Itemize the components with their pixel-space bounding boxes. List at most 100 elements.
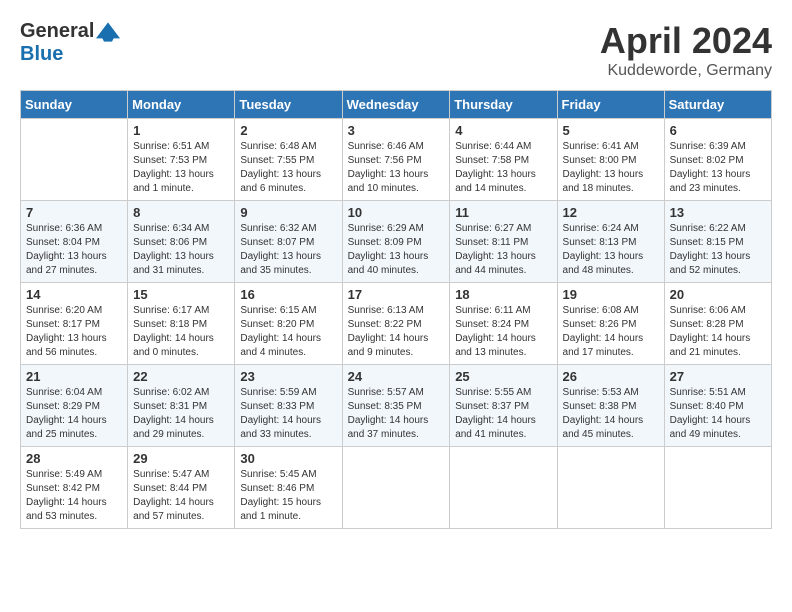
calendar-cell: 9 Sunrise: 6:32 AMSunset: 8:07 PMDayligh… xyxy=(235,201,342,283)
calendar-cell: 20 Sunrise: 6:06 AMSunset: 8:28 PMDaylig… xyxy=(664,283,771,365)
day-number: 3 xyxy=(348,123,445,138)
calendar-cell: 22 Sunrise: 6:02 AMSunset: 8:31 PMDaylig… xyxy=(128,365,235,447)
day-number: 10 xyxy=(348,205,445,220)
day-info: Sunrise: 6:02 AMSunset: 8:31 PMDaylight:… xyxy=(133,386,229,442)
day-number: 29 xyxy=(133,451,229,466)
day-info: Sunrise: 5:55 AMSunset: 8:37 PMDaylight:… xyxy=(455,386,551,442)
calendar-cell: 13 Sunrise: 6:22 AMSunset: 8:15 PMDaylig… xyxy=(664,201,771,283)
day-number: 4 xyxy=(455,123,551,138)
header-wednesday: Wednesday xyxy=(342,91,450,119)
calendar-cell: 4 Sunrise: 6:44 AMSunset: 7:58 PMDayligh… xyxy=(450,119,557,201)
day-number: 11 xyxy=(455,205,551,220)
day-number: 26 xyxy=(563,369,659,384)
calendar-cell: 26 Sunrise: 5:53 AMSunset: 8:38 PMDaylig… xyxy=(557,365,664,447)
day-info: Sunrise: 6:13 AMSunset: 8:22 PMDaylight:… xyxy=(348,304,445,360)
calendar-table: SundayMondayTuesdayWednesdayThursdayFrid… xyxy=(20,90,772,529)
calendar-cell: 27 Sunrise: 5:51 AMSunset: 8:40 PMDaylig… xyxy=(664,365,771,447)
calendar-cell: 3 Sunrise: 6:46 AMSunset: 7:56 PMDayligh… xyxy=(342,119,450,201)
calendar-cell: 15 Sunrise: 6:17 AMSunset: 8:18 PMDaylig… xyxy=(128,283,235,365)
week-row-1: 7 Sunrise: 6:36 AMSunset: 8:04 PMDayligh… xyxy=(21,201,772,283)
calendar-cell: 11 Sunrise: 6:27 AMSunset: 8:11 PMDaylig… xyxy=(450,201,557,283)
day-info: Sunrise: 6:22 AMSunset: 8:15 PMDaylight:… xyxy=(670,222,766,278)
day-info: Sunrise: 5:49 AMSunset: 8:42 PMDaylight:… xyxy=(26,468,122,524)
calendar-cell: 18 Sunrise: 6:11 AMSunset: 8:24 PMDaylig… xyxy=(450,283,557,365)
page-header: General Blue April 2024 Kuddeworde, Germ… xyxy=(20,20,772,80)
logo-icon xyxy=(96,22,120,42)
day-number: 24 xyxy=(348,369,445,384)
calendar-cell: 12 Sunrise: 6:24 AMSunset: 8:13 PMDaylig… xyxy=(557,201,664,283)
calendar-cell: 19 Sunrise: 6:08 AMSunset: 8:26 PMDaylig… xyxy=(557,283,664,365)
logo-general-text: General xyxy=(20,20,94,43)
day-number: 20 xyxy=(670,287,766,302)
day-info: Sunrise: 6:51 AMSunset: 7:53 PMDaylight:… xyxy=(133,140,229,196)
day-info: Sunrise: 6:46 AMSunset: 7:56 PMDaylight:… xyxy=(348,140,445,196)
location-subtitle: Kuddeworde, Germany xyxy=(600,62,772,80)
day-number: 21 xyxy=(26,369,122,384)
day-info: Sunrise: 6:39 AMSunset: 8:02 PMDaylight:… xyxy=(670,140,766,196)
header-thursday: Thursday xyxy=(450,91,557,119)
calendar-cell xyxy=(664,447,771,529)
calendar-cell: 28 Sunrise: 5:49 AMSunset: 8:42 PMDaylig… xyxy=(21,447,128,529)
day-info: Sunrise: 6:06 AMSunset: 8:28 PMDaylight:… xyxy=(670,304,766,360)
day-info: Sunrise: 6:17 AMSunset: 8:18 PMDaylight:… xyxy=(133,304,229,360)
day-info: Sunrise: 5:47 AMSunset: 8:44 PMDaylight:… xyxy=(133,468,229,524)
day-info: Sunrise: 6:11 AMSunset: 8:24 PMDaylight:… xyxy=(455,304,551,360)
day-info: Sunrise: 5:51 AMSunset: 8:40 PMDaylight:… xyxy=(670,386,766,442)
week-row-3: 21 Sunrise: 6:04 AMSunset: 8:29 PMDaylig… xyxy=(21,365,772,447)
calendar-cell: 25 Sunrise: 5:55 AMSunset: 8:37 PMDaylig… xyxy=(450,365,557,447)
day-info: Sunrise: 6:29 AMSunset: 8:09 PMDaylight:… xyxy=(348,222,445,278)
day-info: Sunrise: 6:44 AMSunset: 7:58 PMDaylight:… xyxy=(455,140,551,196)
calendar-cell: 10 Sunrise: 6:29 AMSunset: 8:09 PMDaylig… xyxy=(342,201,450,283)
calendar-cell: 7 Sunrise: 6:36 AMSunset: 8:04 PMDayligh… xyxy=(21,201,128,283)
calendar-cell: 23 Sunrise: 5:59 AMSunset: 8:33 PMDaylig… xyxy=(235,365,342,447)
day-info: Sunrise: 6:48 AMSunset: 7:55 PMDaylight:… xyxy=(240,140,336,196)
week-row-4: 28 Sunrise: 5:49 AMSunset: 8:42 PMDaylig… xyxy=(21,447,772,529)
header-friday: Friday xyxy=(557,91,664,119)
calendar-cell: 21 Sunrise: 6:04 AMSunset: 8:29 PMDaylig… xyxy=(21,365,128,447)
day-number: 7 xyxy=(26,205,122,220)
day-info: Sunrise: 6:27 AMSunset: 8:11 PMDaylight:… xyxy=(455,222,551,278)
day-info: Sunrise: 6:34 AMSunset: 8:06 PMDaylight:… xyxy=(133,222,229,278)
calendar-cell: 30 Sunrise: 5:45 AMSunset: 8:46 PMDaylig… xyxy=(235,447,342,529)
day-number: 15 xyxy=(133,287,229,302)
calendar-cell: 16 Sunrise: 6:15 AMSunset: 8:20 PMDaylig… xyxy=(235,283,342,365)
calendar-cell xyxy=(450,447,557,529)
day-number: 12 xyxy=(563,205,659,220)
calendar-cell: 8 Sunrise: 6:34 AMSunset: 8:06 PMDayligh… xyxy=(128,201,235,283)
day-info: Sunrise: 6:32 AMSunset: 8:07 PMDaylight:… xyxy=(240,222,336,278)
logo: General Blue xyxy=(20,20,120,66)
day-number: 2 xyxy=(240,123,336,138)
day-info: Sunrise: 5:59 AMSunset: 8:33 PMDaylight:… xyxy=(240,386,336,442)
header-sunday: Sunday xyxy=(21,91,128,119)
calendar-cell: 5 Sunrise: 6:41 AMSunset: 8:00 PMDayligh… xyxy=(557,119,664,201)
day-number: 19 xyxy=(563,287,659,302)
day-info: Sunrise: 6:24 AMSunset: 8:13 PMDaylight:… xyxy=(563,222,659,278)
month-title: April 2024 xyxy=(600,20,772,62)
day-info: Sunrise: 6:15 AMSunset: 8:20 PMDaylight:… xyxy=(240,304,336,360)
calendar-cell: 24 Sunrise: 5:57 AMSunset: 8:35 PMDaylig… xyxy=(342,365,450,447)
day-number: 6 xyxy=(670,123,766,138)
day-number: 28 xyxy=(26,451,122,466)
calendar-cell: 14 Sunrise: 6:20 AMSunset: 8:17 PMDaylig… xyxy=(21,283,128,365)
calendar-cell: 29 Sunrise: 5:47 AMSunset: 8:44 PMDaylig… xyxy=(128,447,235,529)
day-number: 8 xyxy=(133,205,229,220)
calendar-cell xyxy=(21,119,128,201)
day-info: Sunrise: 6:04 AMSunset: 8:29 PMDaylight:… xyxy=(26,386,122,442)
day-number: 14 xyxy=(26,287,122,302)
day-number: 13 xyxy=(670,205,766,220)
day-number: 5 xyxy=(563,123,659,138)
calendar-cell xyxy=(342,447,450,529)
header-row: SundayMondayTuesdayWednesdayThursdayFrid… xyxy=(21,91,772,119)
day-number: 27 xyxy=(670,369,766,384)
header-saturday: Saturday xyxy=(664,91,771,119)
day-number: 18 xyxy=(455,287,551,302)
header-monday: Monday xyxy=(128,91,235,119)
day-info: Sunrise: 6:20 AMSunset: 8:17 PMDaylight:… xyxy=(26,304,122,360)
calendar-cell xyxy=(557,447,664,529)
day-number: 23 xyxy=(240,369,336,384)
day-info: Sunrise: 5:53 AMSunset: 8:38 PMDaylight:… xyxy=(563,386,659,442)
day-number: 16 xyxy=(240,287,336,302)
day-info: Sunrise: 5:45 AMSunset: 8:46 PMDaylight:… xyxy=(240,468,336,524)
day-info: Sunrise: 6:08 AMSunset: 8:26 PMDaylight:… xyxy=(563,304,659,360)
day-number: 22 xyxy=(133,369,229,384)
